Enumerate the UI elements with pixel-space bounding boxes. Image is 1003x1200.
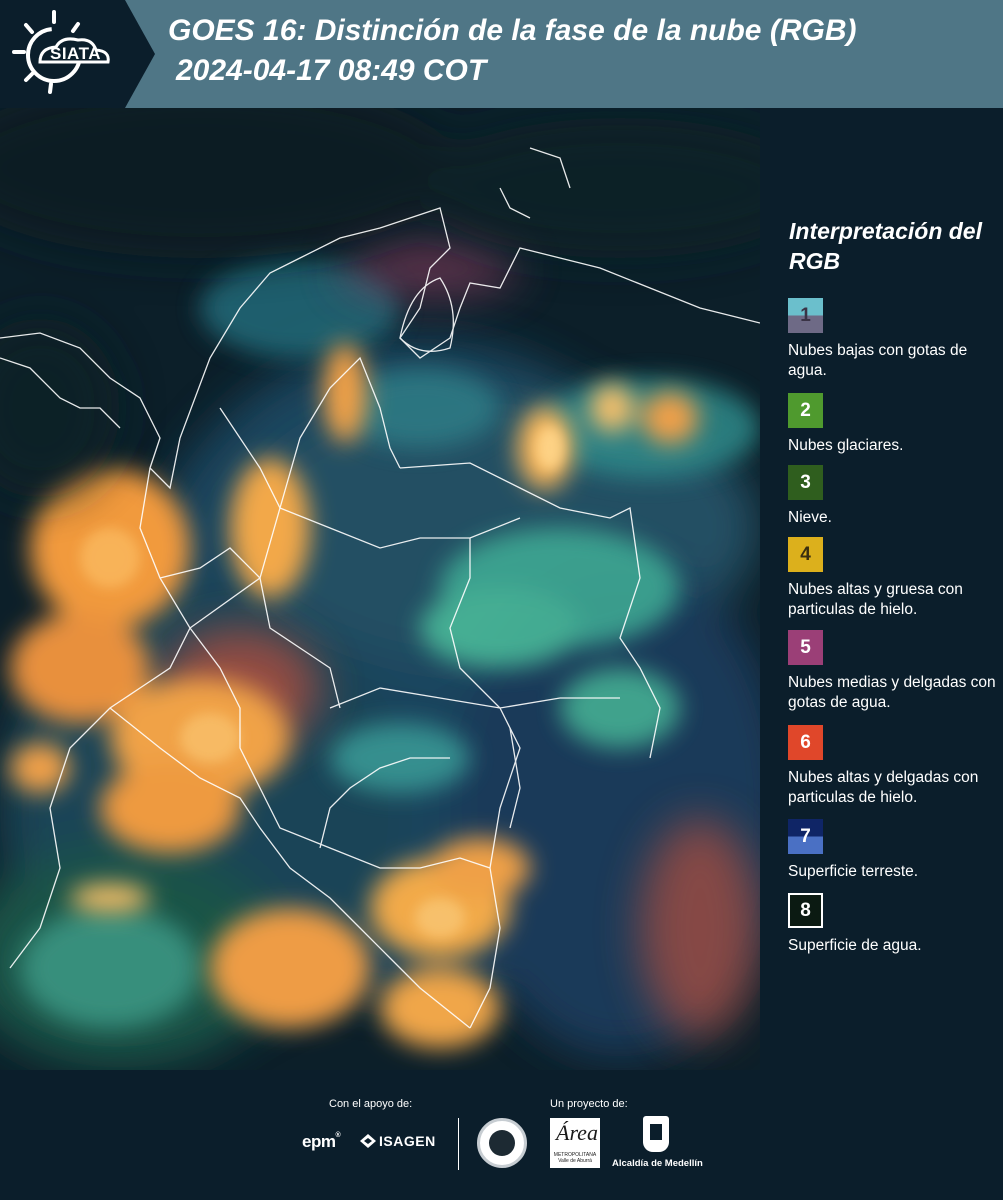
legend-item-6: 6 Nubes altas y delgadas con particulas …	[788, 725, 998, 808]
legend-item-3: 3 Nieve.	[788, 465, 998, 528]
epm-logo-text: epm	[302, 1132, 336, 1151]
project-label: Un proyecto de:	[550, 1098, 628, 1110]
logo-text: SIATA	[50, 44, 101, 63]
epm-logo[interactable]: epm®	[302, 1132, 341, 1152]
legend-swatch-6: 6	[788, 725, 823, 760]
legend-label-7: Superficie terreste.	[788, 863, 919, 880]
isagen-logo[interactable]: ISAGEN	[360, 1133, 436, 1149]
legend-label-5: Nubes medias y delgadas con gotas de agu…	[788, 674, 996, 711]
alcaldia-name: Alcaldía de Medellín	[612, 1158, 703, 1169]
area-metropolitana-logo[interactable]: Área METROPOLITANA Valle de Aburrá	[550, 1118, 600, 1168]
legend-swatch-3: 3	[788, 465, 823, 500]
seal-inner-icon	[489, 1130, 515, 1156]
isagen-mark-icon	[360, 1134, 376, 1148]
satellite-map[interactable]	[0, 108, 760, 1070]
area-logo-sub: METROPOLITANA Valle de Aburrá	[553, 1152, 597, 1164]
area-logo-mark: Área	[556, 1120, 598, 1145]
legend-item-5: 5 Nubes medias y delgadas con gotas de a…	[788, 630, 998, 713]
university-seal-icon[interactable]	[477, 1118, 527, 1168]
legend-label-3: Nieve.	[788, 509, 832, 526]
legend-title: Interpretación del RGB	[789, 218, 982, 274]
legend-swatch-8: 8	[788, 893, 823, 928]
support-label: Con el apoyo de:	[329, 1098, 413, 1110]
isagen-logo-text: ISAGEN	[379, 1133, 436, 1149]
legend-label-8: Superficie de agua.	[788, 937, 922, 954]
legend-swatch-4: 4	[788, 537, 823, 572]
timestamp: 2024-04-17 08:49 COT	[176, 54, 487, 87]
siata-logo[interactable]: SIATA	[0, 0, 155, 108]
alcaldia-medellin-logo[interactable]: Alcaldía de Medellín	[612, 1116, 703, 1172]
legend-label-4: Nubes altas y gruesa con particulas de h…	[788, 581, 963, 618]
legend-item-8: 8 Superficie de agua.	[788, 893, 998, 956]
legend-label-6: Nubes altas y delgadas con particulas de…	[788, 769, 979, 806]
legend-item-1: 1 Nubes bajas con gotas de agua.	[788, 298, 998, 381]
legend-item-7: 7 Superficie terreste.	[788, 819, 998, 882]
coat-of-arms-icon	[643, 1116, 669, 1152]
legend-swatch-2: 2	[788, 393, 823, 428]
page-title: GOES 16: Distinción de la fase de la nub…	[168, 14, 857, 47]
footer: Con el apoyo de: Un proyecto de: epm® IS…	[0, 1070, 1003, 1200]
footer-divider	[458, 1118, 459, 1170]
legend-item-4: 4 Nubes altas y gruesa con particulas de…	[788, 537, 998, 620]
legend-swatch-7: 7	[788, 819, 823, 854]
legend-label-2: Nubes glaciares.	[788, 437, 904, 454]
legend-swatch-5: 5	[788, 630, 823, 665]
header-bar: SIATA GOES 16: Distinción de la fase de …	[0, 0, 1003, 108]
legend-panel: Interpretación del RGB 1 Nubes bajas con…	[760, 108, 1003, 1070]
satellite-rgb-map-icon	[0, 108, 760, 1070]
legend-swatch-1: 1	[788, 298, 823, 333]
legend-item-2: 2 Nubes glaciares.	[788, 393, 998, 456]
legend-label-1: Nubes bajas con gotas de agua.	[788, 342, 968, 379]
